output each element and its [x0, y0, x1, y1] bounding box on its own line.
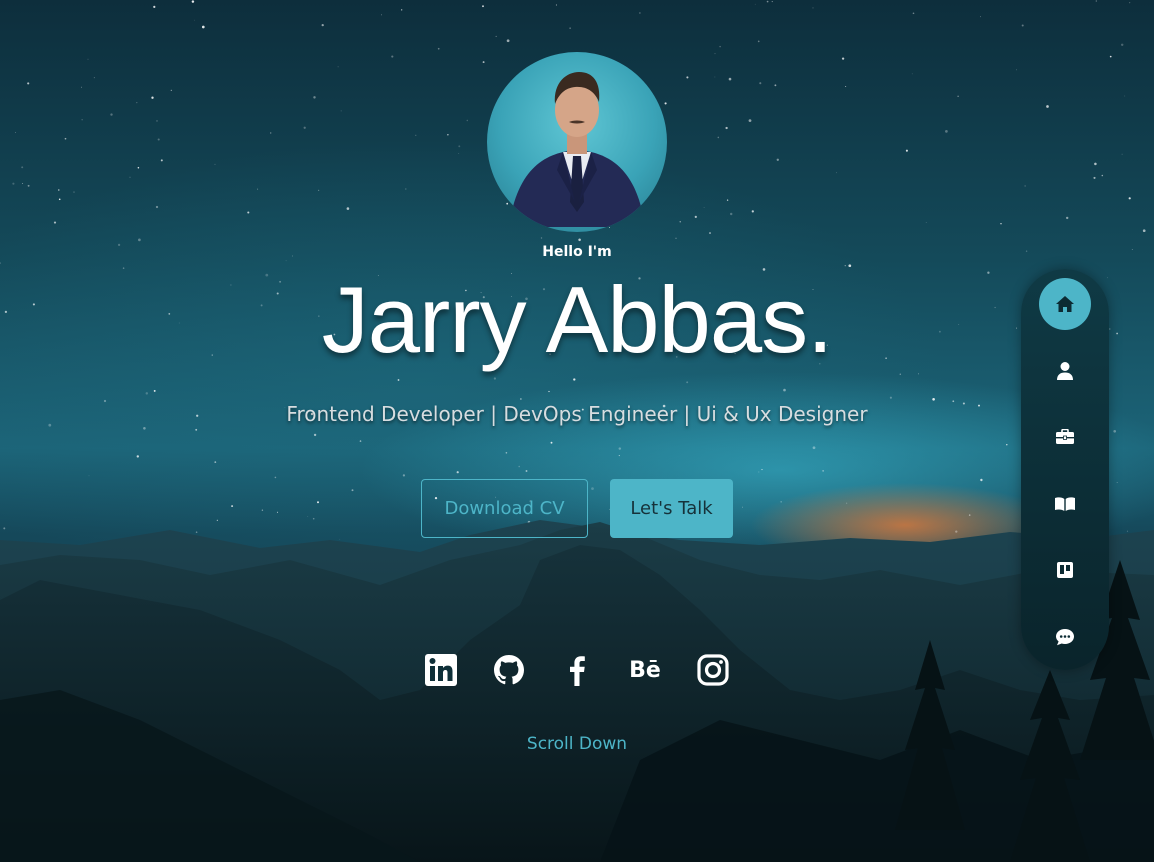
side-navigation: [1021, 269, 1109, 670]
nav-item-home[interactable]: [1039, 278, 1091, 330]
github-icon[interactable]: [492, 650, 527, 690]
nav-item-about[interactable]: [1039, 345, 1091, 397]
behance-icon[interactable]: Bē: [628, 650, 663, 690]
greeting-text: Hello I'm: [542, 244, 612, 260]
profile-photo: [509, 72, 645, 227]
hero-section: Hello I'm Jarry Abbas. Frontend Develope…: [0, 0, 1154, 862]
nav-item-experience[interactable]: [1039, 411, 1091, 463]
facebook-icon[interactable]: [560, 650, 595, 690]
nav-item-contact[interactable]: [1039, 611, 1091, 663]
download-cv-button[interactable]: Download CV: [421, 479, 588, 538]
user-icon: [1057, 362, 1073, 380]
book-icon: [1055, 497, 1075, 511]
chat-icon: [1056, 629, 1074, 646]
portfolio-page: Hello I'm Jarry Abbas. Frontend Develope…: [0, 0, 1154, 862]
behance-icon-glyph: Bē: [629, 657, 661, 683]
home-icon: [1056, 296, 1074, 312]
roles-subtitle: Frontend Developer | DevOps Engineer | U…: [286, 402, 868, 426]
name-heading: Jarry Abbas.: [321, 267, 833, 372]
linkedin-icon[interactable]: [424, 650, 459, 690]
scroll-down-link[interactable]: Scroll Down: [0, 734, 1154, 754]
nav-item-education[interactable]: [1039, 478, 1091, 530]
instagram-icon[interactable]: [696, 650, 731, 690]
lets-talk-button[interactable]: Let's Talk: [610, 479, 733, 538]
briefcase-icon: [1056, 429, 1074, 444]
profile-avatar: [487, 52, 667, 232]
nav-item-portfolio[interactable]: [1039, 544, 1091, 596]
social-links: Bē: [0, 650, 1154, 690]
trello-icon: [1057, 562, 1073, 578]
